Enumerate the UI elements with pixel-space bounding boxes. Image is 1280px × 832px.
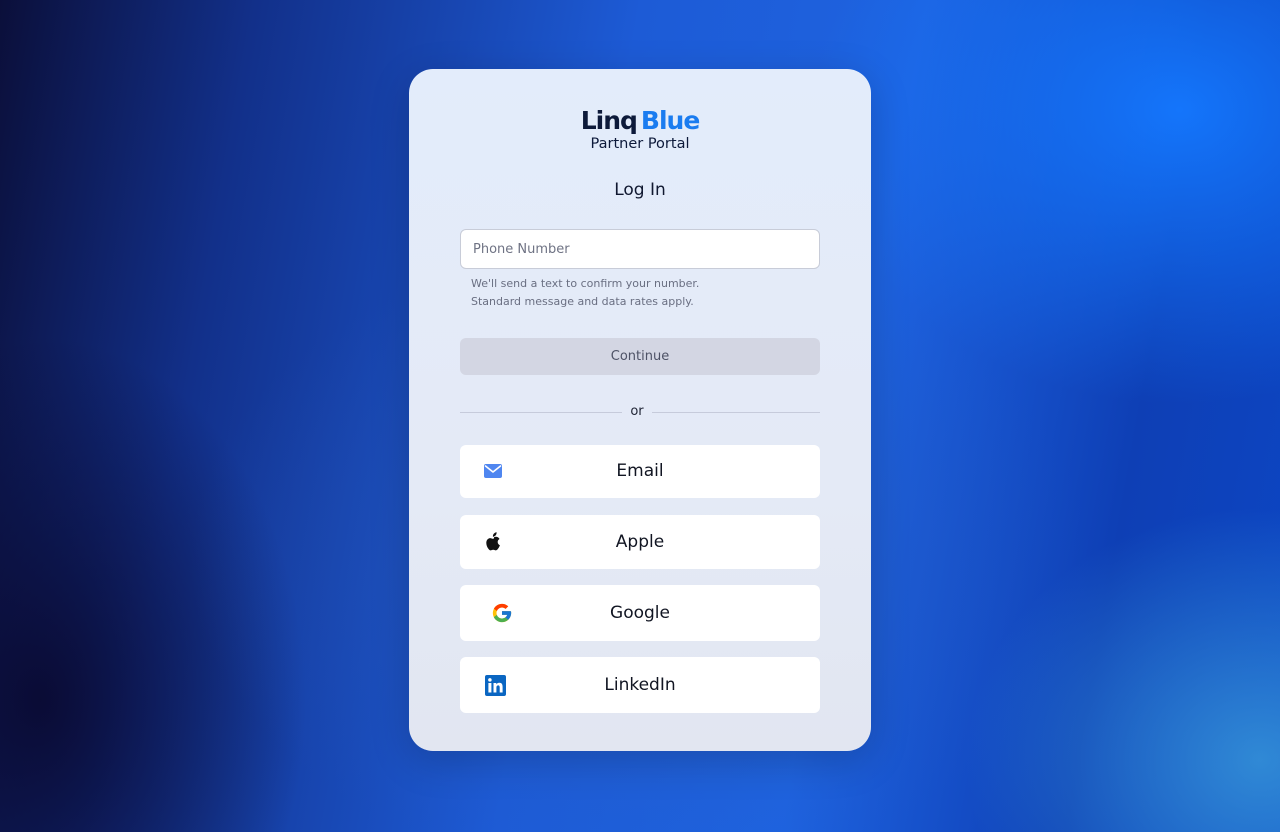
- helper-line-1: We'll send a text to confirm your number…: [471, 277, 700, 290]
- brand-name-part2: Blue: [640, 106, 700, 135]
- login-card: LinqBlue Partner Portal Log In We'll sen…: [409, 69, 871, 751]
- email-login-button[interactable]: Email: [460, 445, 820, 498]
- divider-line-left: [460, 412, 622, 413]
- brand-subtitle: Partner Portal: [590, 136, 690, 152]
- apple-login-label: Apple: [615, 532, 665, 552]
- helper-line-2: Standard message and data rates apply.: [471, 295, 694, 308]
- phone-helper-text: We'll send a text to confirm your number…: [471, 275, 699, 311]
- email-login-label: Email: [616, 461, 664, 481]
- google-login-label: Google: [610, 603, 670, 623]
- brand-wordmark: Linq Blue: [409, 106, 871, 136]
- apple-login-button[interactable]: Apple: [460, 515, 820, 569]
- linkedin-login-label: LinkedIn: [604, 675, 676, 695]
- divider-line-right: [652, 412, 820, 413]
- linkedin-login-button[interactable]: LinkedIn: [460, 657, 820, 713]
- google-login-button[interactable]: Google: [460, 585, 820, 641]
- brand-name-part1: Linq: [580, 106, 638, 135]
- brand-logo: Linq Blue Partner Portal: [409, 106, 871, 153]
- divider-or-label: or: [630, 404, 644, 419]
- page-title: Log In: [614, 180, 666, 200]
- phone-number-input[interactable]: [460, 229, 820, 269]
- continue-button[interactable]: Continue: [460, 338, 820, 375]
- or-divider: or: [460, 403, 820, 421]
